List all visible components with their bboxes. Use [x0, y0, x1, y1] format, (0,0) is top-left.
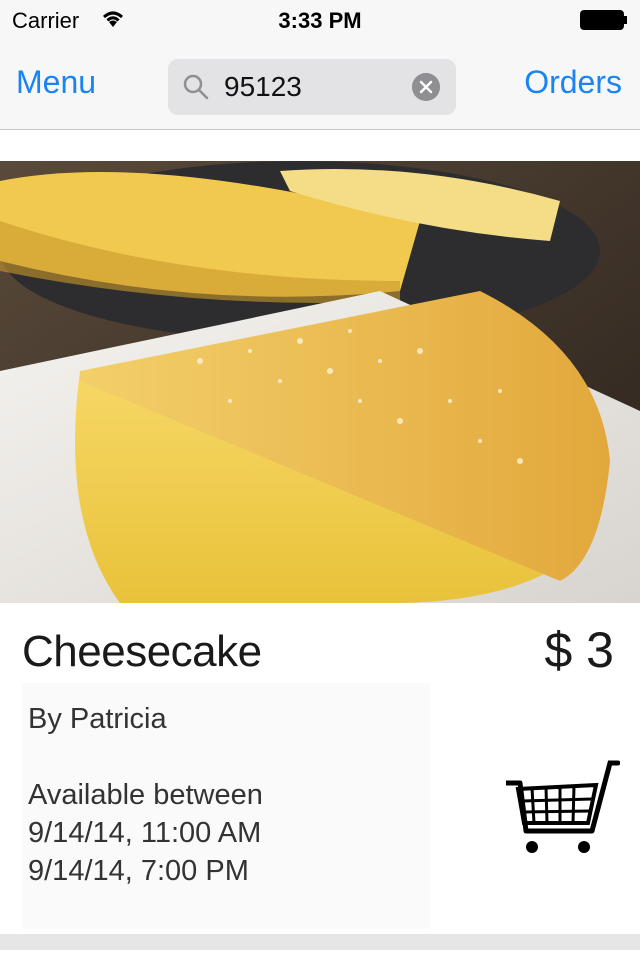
list-spacer [0, 130, 640, 160]
item-title: Cheesecake [22, 627, 262, 676]
item-price: $ 3 [544, 622, 614, 678]
search-icon [183, 74, 209, 100]
item-details: By Patricia Available between 9/14/14, 1… [22, 683, 430, 929]
status-bar: Carrier 3:33 PM [0, 0, 640, 40]
status-time: 3:33 PM [278, 8, 362, 33]
item-author: By Patricia [28, 703, 167, 735]
shopping-cart-icon[interactable] [500, 757, 620, 861]
availability-start: 9/14/14, 11:00 AM [28, 817, 262, 849]
navigation-bar: Menu 95123 Orders [0, 40, 640, 130]
search-input[interactable]: 95123 [224, 71, 302, 103]
clear-search-icon[interactable] [412, 73, 440, 101]
cheesecake-photo[interactable] [0, 161, 640, 603]
menu-button[interactable]: Menu [16, 64, 96, 101]
battery-icon [580, 10, 627, 30]
availability-label: Available between [28, 779, 263, 811]
search-field[interactable]: 95123 [168, 59, 456, 115]
orders-button[interactable]: Orders [524, 64, 622, 101]
item-card[interactable]: Cheesecake $ 3 By Patricia Available bet… [0, 161, 640, 933]
list-separator [0, 934, 640, 950]
next-item-edge [0, 950, 640, 960]
availability-end: 9/14/14, 7:00 PM [28, 855, 249, 887]
